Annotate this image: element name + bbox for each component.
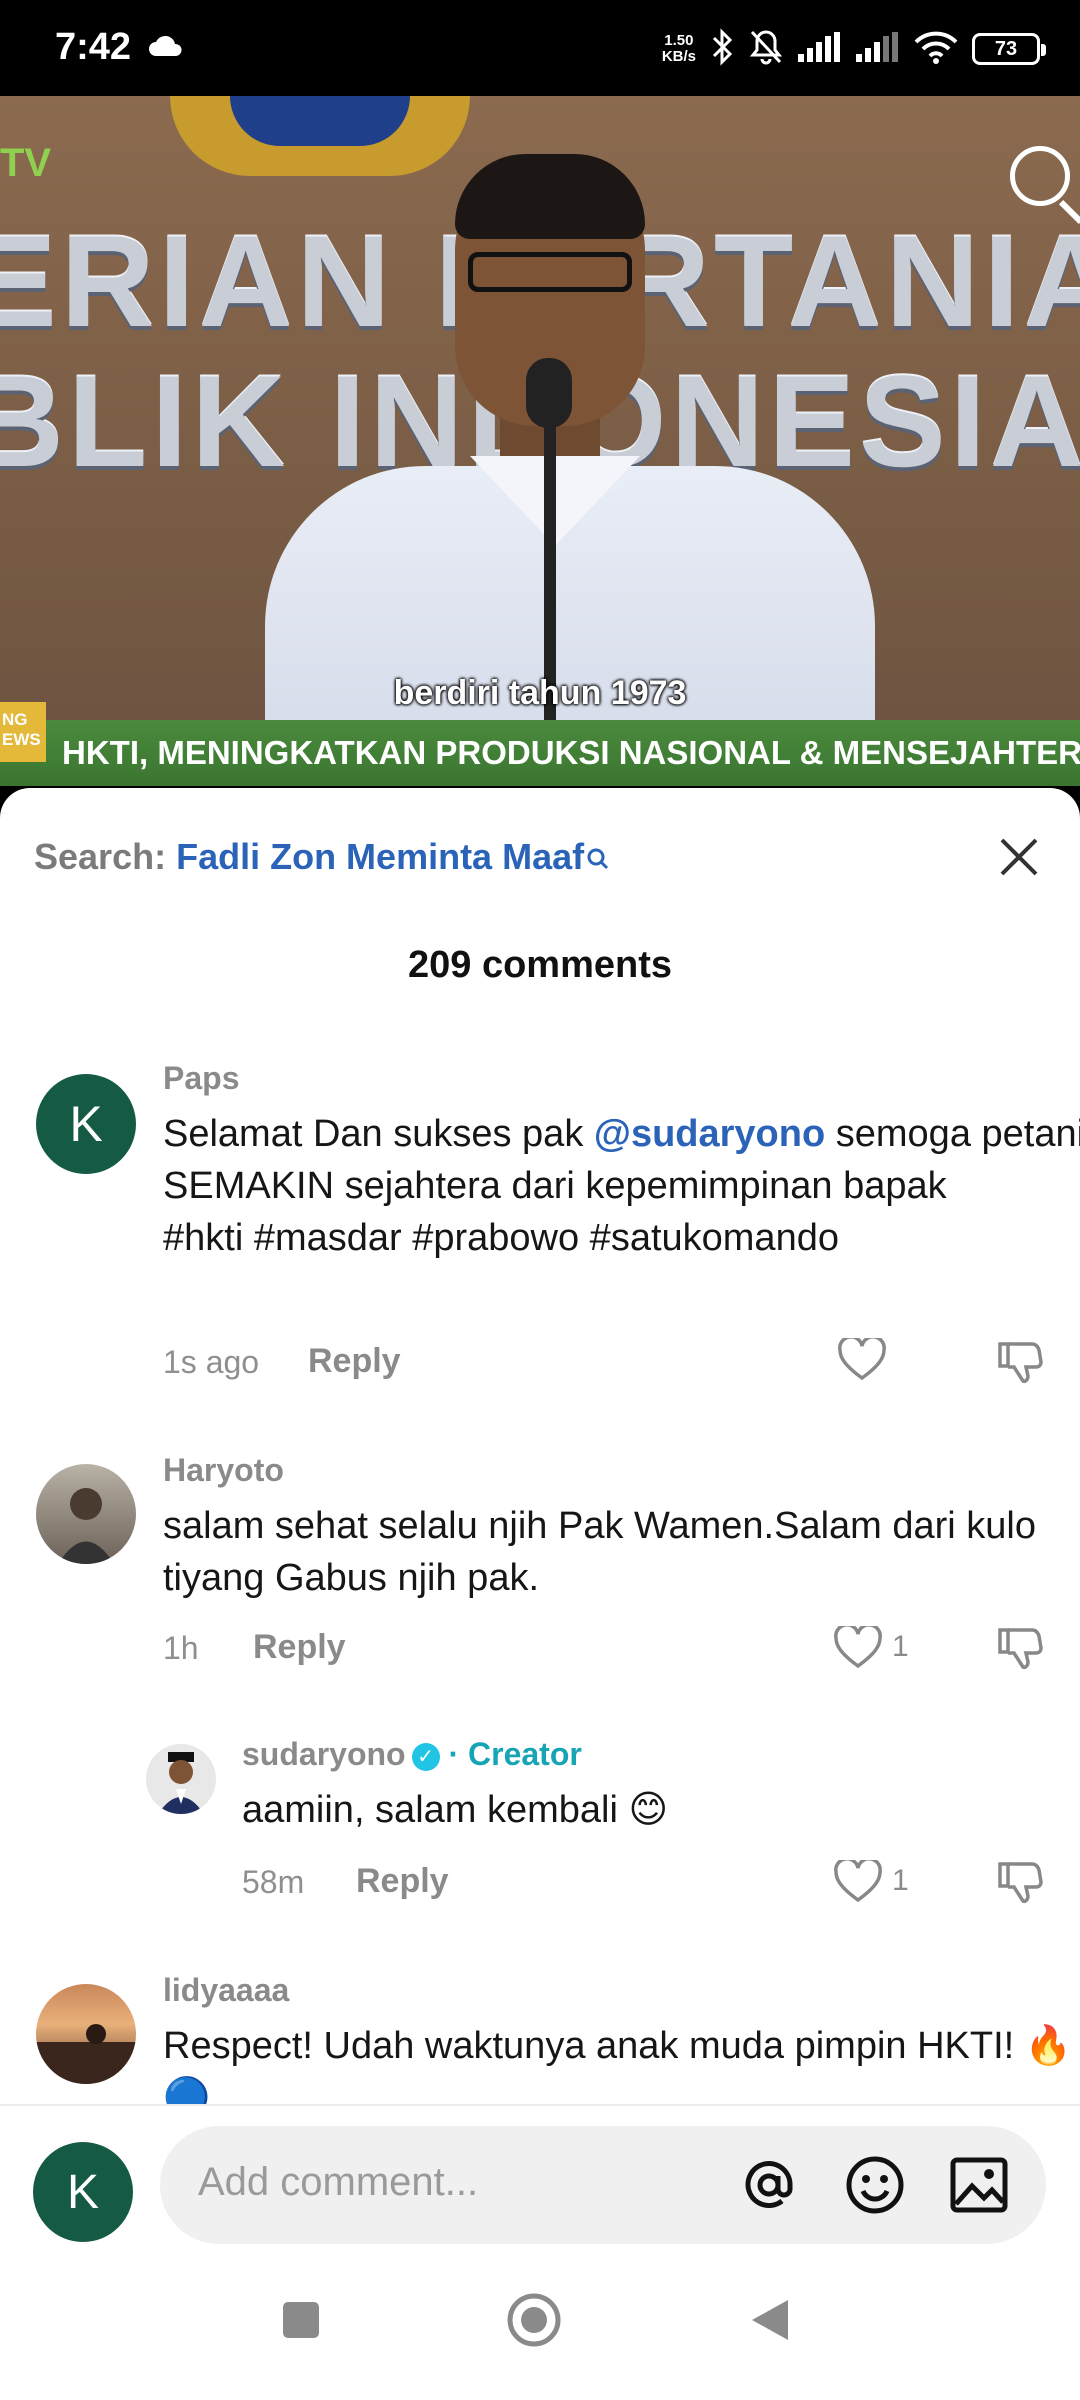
cloud-icon: [148, 34, 184, 63]
status-time: 7:42: [55, 26, 132, 68]
dislike-icon[interactable]: [996, 1858, 1044, 1911]
status-icons: 1.50 KB/s 73: [661, 24, 1046, 74]
heart-icon[interactable]: [834, 1857, 882, 1909]
tv-channel-logo: TV: [0, 141, 52, 185]
comment-username[interactable]: Paps: [163, 1060, 239, 1097]
nav-home-icon[interactable]: [506, 2292, 562, 2353]
mention-link[interactable]: @sudaryono: [594, 1113, 825, 1155]
at-icon[interactable]: [738, 2154, 800, 2221]
creator-avatar[interactable]: [146, 1744, 216, 1814]
comment-text: aamiin, salam kembali 😊: [242, 1789, 669, 1831]
heart-icon[interactable]: [838, 1335, 886, 1387]
hashtags[interactable]: #hkti #masdar #prabowo #satukomando: [163, 1217, 839, 1259]
news-ticker: HKTI, MENINGKATKAN PRODUKSI NASIONAL & M…: [0, 720, 1080, 786]
search-icon: [586, 838, 610, 880]
avatar[interactable]: [36, 1464, 136, 1564]
signal-icon: [856, 31, 900, 67]
battery-indicator: 73: [972, 33, 1046, 65]
search-suggestion[interactable]: Search: Fadli Zon Meminta Maaf: [34, 836, 610, 880]
bluetooth-icon: [710, 27, 734, 71]
comment-count: 209 comments: [407, 944, 672, 986]
wifi-icon: [914, 30, 958, 69]
comment-time: 1s ago: [163, 1344, 260, 1380]
dislike-icon[interactable]: [996, 1624, 1044, 1677]
comment-text: Selamat Dan sukses pak @sudaryono semoga…: [163, 1113, 1080, 1259]
creator-label: Creator: [468, 1736, 582, 1772]
net-speed: 1.50 KB/s: [661, 32, 696, 65]
creator-username-row: sudaryono ✓ · Creator: [242, 1736, 582, 1773]
status-bar: 7:42 1.50 KB/s 73: [0, 0, 1080, 96]
speaker-glasses: [468, 252, 632, 292]
close-icon[interactable]: [994, 832, 1044, 882]
like-count: 1: [892, 1630, 909, 1663]
channel-search-logo-icon: [1010, 146, 1070, 206]
add-comment-input[interactable]: Add comment...: [160, 2126, 1046, 2244]
comment-username[interactable]: sudaryono: [242, 1736, 406, 1772]
emoji-icon[interactable]: [844, 2154, 906, 2221]
like-count: 1: [892, 1864, 909, 1897]
add-comment-placeholder: Add comment...: [198, 2160, 479, 2204]
video-player[interactable]: TV ERIAN PERTANIA BLIK INDONESIA berdiri…: [0, 96, 1080, 786]
ticker-tag: NG EWS: [0, 702, 46, 762]
comment-username[interactable]: Haryoto: [163, 1452, 284, 1489]
emblem-inner: [230, 96, 410, 146]
signal-icon: [798, 31, 842, 67]
system-nav-bar: [0, 2250, 1080, 2400]
comment-username[interactable]: lidyaaaa: [163, 1972, 289, 2009]
search-query-link[interactable]: Fadli Zon Meminta Maaf: [176, 836, 584, 877]
microphone-icon: [526, 358, 572, 428]
nav-back-icon[interactable]: [748, 2296, 792, 2349]
search-prefix: Search:: [34, 836, 177, 877]
nav-recents-icon[interactable]: [281, 2300, 321, 2345]
video-subtitle: berdiri tahun 1973: [393, 674, 687, 712]
comment-time: 1h: [163, 1630, 199, 1666]
avatar[interactable]: K: [36, 1074, 136, 1174]
verified-icon: ✓: [411, 1743, 440, 1771]
image-icon[interactable]: [948, 2154, 1010, 2221]
reply-button[interactable]: Reply: [308, 1342, 401, 1381]
my-avatar[interactable]: K: [33, 2142, 133, 2242]
dislike-icon[interactable]: [996, 1338, 1044, 1391]
reply-button[interactable]: Reply: [356, 1862, 449, 1901]
avatar[interactable]: [36, 1984, 136, 2084]
creator-separator: ·: [448, 1736, 460, 1772]
comment-text: salam sehat selalu njih Pak Wamen.Salam …: [163, 1505, 1036, 1599]
reply-button[interactable]: Reply: [253, 1628, 346, 1667]
comment-time: 58m: [242, 1864, 305, 1900]
heart-icon[interactable]: [834, 1623, 882, 1675]
speaker-hair: [455, 154, 645, 239]
comment-composer: K Add comment...: [0, 2104, 1080, 2244]
mute-icon: [748, 28, 784, 71]
